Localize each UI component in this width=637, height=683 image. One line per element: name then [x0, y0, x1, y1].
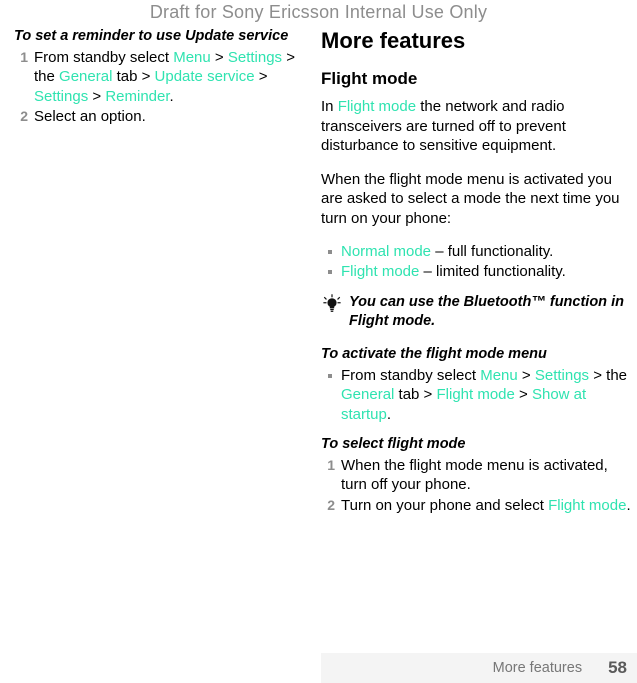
chapter-title: More features [321, 28, 466, 53]
section-title-flight-mode: Flight mode [321, 69, 418, 88]
text-run: When the flight mode menu is activated, … [341, 456, 608, 494]
accent-term: Settings [227, 48, 283, 66]
procedure-heading-update-reminder: To set a reminder to use Update service [14, 28, 289, 44]
left-column: To set a reminder to use Update service … [14, 28, 314, 139]
accent-term: Flight mode [436, 386, 515, 403]
text-run: . [169, 87, 174, 105]
text-run: . [626, 496, 631, 514]
text-run: – limited functionality. [419, 262, 566, 280]
text-run: When the flight mode menu is activated y… [321, 170, 620, 227]
accent-term: Reminder [105, 87, 170, 105]
tip-note-text: You can use the Bluetooth™ function in F… [349, 294, 624, 329]
text-run: Select an option. [34, 108, 146, 125]
text-run: . [386, 405, 392, 423]
lightbulb-icon [321, 294, 343, 316]
accent-term: Update service [154, 68, 255, 85]
footer-page-number: 58 [608, 658, 627, 677]
text-run: > the [589, 366, 628, 384]
tip-note-bluetooth: You can use the Bluetooth™ function in F… [321, 293, 631, 330]
text-run: > [88, 87, 106, 105]
text-run: > [517, 366, 535, 384]
activate-flight-mode-menu-list: From standby select Menu > Settings > th… [321, 366, 631, 425]
text-run: > [254, 68, 268, 85]
text-run: tab > [394, 386, 437, 403]
flight-mode-menu-paragraph: When the flight mode menu is activated y… [321, 170, 631, 229]
flight-mode-options-list: Normal mode – full functionality. Flight … [321, 242, 631, 281]
text-run: From standby select [341, 366, 481, 384]
text-run: In [321, 98, 338, 115]
page-content: To set a reminder to use Update service … [0, 28, 637, 640]
text-run: – full functionality. [431, 243, 554, 260]
select-flight-mode-steps: When the flight mode menu is activated, … [321, 456, 631, 516]
procedure-step: From standby select Menu > Settings > th… [14, 48, 314, 107]
procedure-heading-activate-flight-mode-menu: To activate the flight mode menu [321, 346, 547, 362]
text-run: From standby select [34, 48, 174, 66]
page-footer: More features 58 [0, 653, 637, 683]
accent-term: General [59, 68, 113, 85]
accent-term: Settings [34, 87, 89, 105]
bullet-item: From standby select Menu > Settings > th… [321, 366, 631, 425]
accent-term: Flight mode [341, 262, 420, 280]
accent-term: Settings [534, 366, 590, 384]
procedure-step: When the flight mode menu is activated, … [321, 456, 631, 495]
accent-term: Flight mode [337, 98, 417, 115]
text-run: Turn on your phone and select [341, 496, 549, 514]
bullet-item: Normal mode – full functionality. [321, 242, 631, 262]
footer-section-label: More features [492, 660, 583, 676]
text-run: > [514, 386, 532, 403]
procedure-heading-select-flight-mode: To select flight mode [321, 436, 466, 452]
draft-watermark-header: Draft for Sony Ericsson Internal Use Onl… [149, 2, 488, 22]
update-reminder-steps: From standby select Menu > Settings > th… [14, 48, 314, 127]
accent-term: Flight mode [548, 496, 627, 514]
text-run: > [210, 48, 228, 66]
procedure-step: Turn on your phone and select Flight mod… [321, 496, 631, 516]
accent-term: General [341, 386, 395, 403]
right-column: More features Flight mode In Flight mode… [321, 28, 631, 527]
accent-term: Menu [480, 366, 518, 384]
bullet-item: Flight mode – limited functionality. [321, 262, 631, 282]
procedure-step: Select an option. [14, 107, 314, 127]
text-run: tab > [112, 68, 155, 85]
accent-term: Menu [173, 48, 211, 66]
flight-mode-intro-paragraph: In Flight mode the network and radio tra… [321, 97, 631, 156]
accent-term: Normal mode [341, 243, 432, 260]
footer-content: More features 58 [321, 653, 637, 683]
